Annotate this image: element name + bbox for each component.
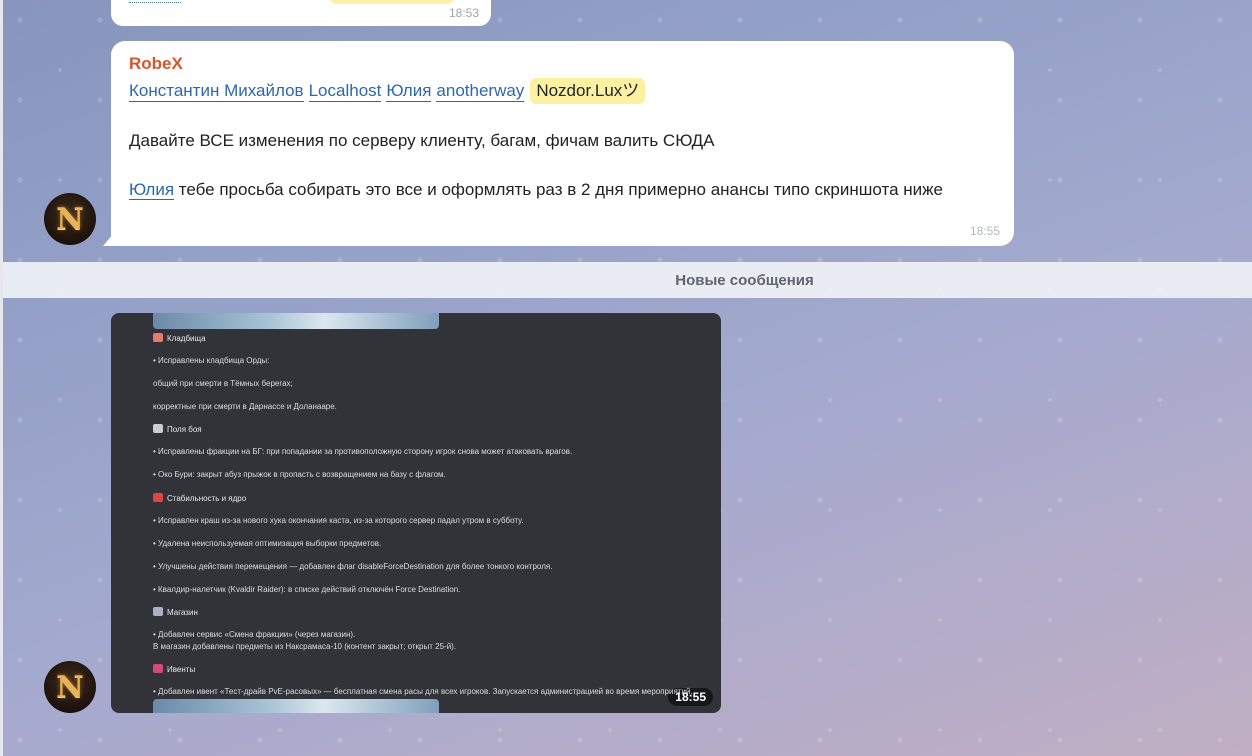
screenshot-section-heading: Стабильность и ядро [153,493,246,504]
image-message[interactable]: 18:55 Кладбища • Исправлены кладбища Орды… [111,313,721,713]
message-text: Юлия тебе просьба собирать это все и офо… [129,177,996,202]
mention-link[interactable] [129,2,181,3]
message-time: 18:53 [448,6,479,20]
sender-avatar[interactable]: N [44,661,96,713]
mention-link[interactable]: Юлия [129,180,175,200]
section-emoji-icon [153,424,163,433]
screenshot-line-text: • Исправлены кладбища Орды: [153,356,270,365]
section-emoji-icon [153,607,163,616]
screenshot-line-text: • Исправлены фракции на БГ: при попадани… [153,447,573,456]
screenshot-text-line: • Око Бури: закрыт абуз прыжок в пропаст… [153,470,446,480]
screenshot-line-text: • Квалдир-налетчик (Kvaldir Raider): в с… [153,585,461,594]
screenshot-line-text: Магазин [167,608,198,617]
screenshot-line-text: корректные при смерти в Дарнассе и Долан… [153,402,337,411]
message-text: Давайте ВСЕ изменения по серверу клиенту… [129,131,715,150]
screenshot-text-line: • Улучшены действия перемещения — добавл… [153,562,552,572]
mention-link[interactable]: Юлия [386,81,432,102]
screenshot-line-text: • Добавлен ивент «Тест-драйв PvE-расовых… [153,687,693,696]
message-time: 18:55 [969,224,1000,238]
section-emoji-icon [153,664,163,673]
sidebar-edge [0,0,3,756]
screenshot-text-line: • Исправлены фракции на БГ: при попадани… [153,447,572,457]
screenshot-section-heading: Ивенты [153,664,195,675]
screenshot-text-line: общий при смерти в Тёмных берегах; [153,379,293,389]
mention-list: Константин Михайлов Localhost Юлия anoth… [129,78,996,104]
screenshot-text-line: • Добавлен ивент «Тест-драйв PvE-расовых… [153,687,693,697]
screenshot-text-line: корректные при смерти в Дарнассе и Долан… [153,402,337,412]
mention-link[interactable]: anotherway [436,81,525,102]
section-emoji-icon [153,333,163,342]
new-messages-divider: Новые сообщения [3,262,1252,298]
new-messages-label: Новые сообщения [675,271,814,289]
screenshot-line-text: В магазин добавлены предметы из Наксрама… [153,642,457,651]
sender-avatar[interactable]: N [44,193,96,245]
highlighted-mention[interactable] [329,0,455,4]
image-banner [153,699,439,713]
screenshot-line-text: • Удалена неиспользуемая оптимизация выб… [153,539,382,548]
image-banner [153,313,439,329]
previous-message-bubble[interactable]: 18:53 [111,0,491,26]
screenshot-line-text: общий при смерти в Тёмных берегах; [153,379,293,388]
screenshot-line-text: • Улучшены действия перемещения — добавл… [153,562,553,571]
screenshot-text-line: • Исправлены кладбища Орды: [153,356,269,366]
screenshot-line-text: Кладбища [167,334,206,343]
self-mention-highlight[interactable]: Nozdor.Luxツ [530,78,646,104]
screenshot-text-line: • Добавлен сервис «Смена фракции» (через… [153,630,355,640]
message-bubble[interactable]: RobeX Константин Михайлов Localhost Юлия… [103,41,1014,246]
screenshot-text-line: В магазин добавлены предметы из Наксрама… [153,642,456,652]
screenshot-section-heading: Поля боя [153,424,202,435]
mention-link[interactable]: Константин Михайлов [129,81,304,102]
mention-link[interactable]: Localhost [308,81,382,102]
screenshot-line-text: • Добавлен сервис «Смена фракции» (через… [153,630,356,639]
screenshot-section-heading: Кладбища [153,333,206,344]
screenshot-text-line: • Удалена неиспользуемая оптимизация выб… [153,539,381,549]
screenshot-line-text: Ивенты [167,665,196,674]
screenshot-line-text: Стабильность и ядро [167,494,247,503]
screenshot-line-text: Поля боя [167,425,202,434]
screenshot-text-line: • Исправлен краш из-за нового хука оконч… [153,516,524,526]
sender-name[interactable]: RobeX [129,53,996,75]
screenshot-line-text: • Око Бури: закрыт абуз прыжок в пропаст… [153,470,446,479]
section-emoji-icon [153,493,163,502]
screenshot-text-line: • Квалдир-налетчик (Kvaldir Raider): в с… [153,585,460,595]
screenshot-line-text: • Исправлен краш из-за нового хука оконч… [153,516,524,525]
message-text-part: тебе просьба собирать это все и оформлят… [174,180,943,199]
screenshot-section-heading: Магазин [153,607,198,618]
